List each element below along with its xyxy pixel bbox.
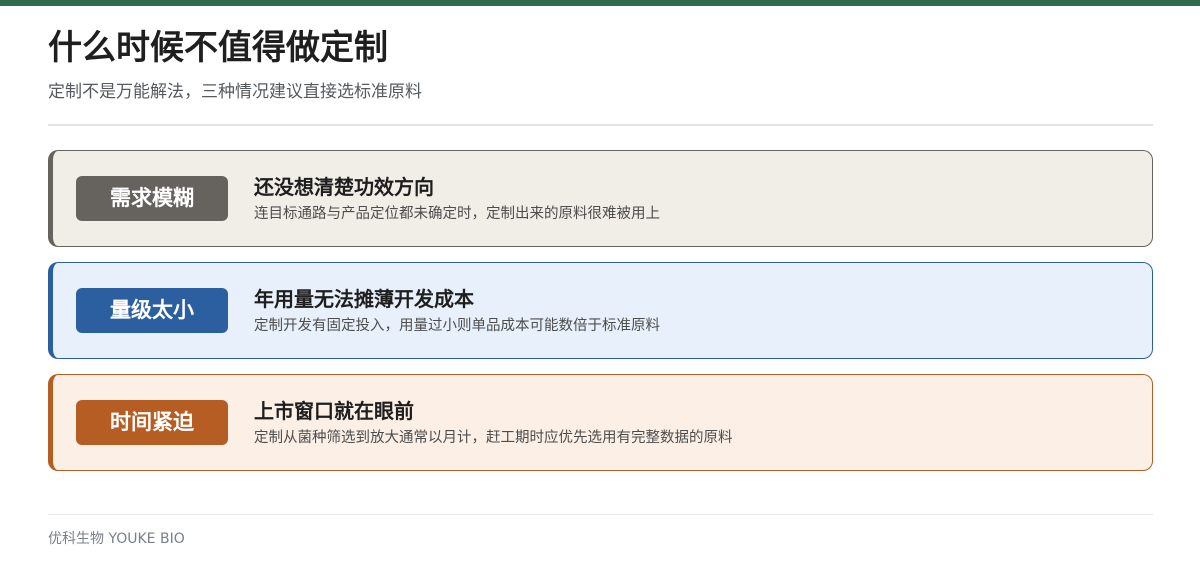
footer-brand: 优科生物 YOUKE BIO bbox=[48, 531, 185, 547]
page-header: 什么时候不值得做定制 定制不是万能解法，三种情况建议直接选标准原料 bbox=[48, 24, 1153, 104]
case-badge: 量级太小 bbox=[76, 288, 228, 333]
case-card-small-volume: 量级太小 年用量无法摊薄开发成本 定制开发有固定投入，用量过小则单品成本可能数倍… bbox=[48, 262, 1153, 359]
case-card-description: 定制开发有固定投入，用量过小则单品成本可能数倍于标准原料 bbox=[254, 318, 660, 334]
case-card-vague-requirements: 需求模糊 还没想清楚功效方向 连目标通路与产品定位都未确定时，定制出来的原料很难… bbox=[48, 150, 1153, 247]
case-card-title: 年用量无法摊薄开发成本 bbox=[254, 287, 474, 311]
top-accent-bar bbox=[0, 0, 1200, 6]
case-badge: 时间紧迫 bbox=[76, 400, 228, 445]
case-card-description: 定制从菌种筛选到放大通常以月计，赶工期时应优先选用有完整数据的原料 bbox=[254, 430, 733, 446]
case-card-time-pressure: 时间紧迫 上市窗口就在眼前 定制从菌种筛选到放大通常以月计，赶工期时应优先选用有… bbox=[48, 374, 1153, 471]
case-card-title: 上市窗口就在眼前 bbox=[254, 399, 414, 423]
footer-divider bbox=[48, 514, 1153, 515]
case-card-list: 需求模糊 还没想清楚功效方向 连目标通路与产品定位都未确定时，定制出来的原料很难… bbox=[48, 150, 1153, 486]
case-card-description: 连目标通路与产品定位都未确定时，定制出来的原料很难被用上 bbox=[254, 206, 660, 222]
header-divider bbox=[48, 124, 1153, 126]
case-card-body: 上市窗口就在眼前 定制从菌种筛选到放大通常以月计，赶工期时应优先选用有完整数据的… bbox=[254, 397, 1132, 449]
page-title: 什么时候不值得做定制 bbox=[48, 28, 388, 68]
case-badge: 需求模糊 bbox=[76, 176, 228, 221]
case-card-body: 年用量无法摊薄开发成本 定制开发有固定投入，用量过小则单品成本可能数倍于标准原料 bbox=[254, 285, 1132, 337]
case-card-body: 还没想清楚功效方向 连目标通路与产品定位都未确定时，定制出来的原料很难被用上 bbox=[254, 173, 1132, 225]
case-card-title: 还没想清楚功效方向 bbox=[254, 175, 434, 199]
page-subtitle: 定制不是万能解法，三种情况建议直接选标准原料 bbox=[48, 82, 422, 102]
